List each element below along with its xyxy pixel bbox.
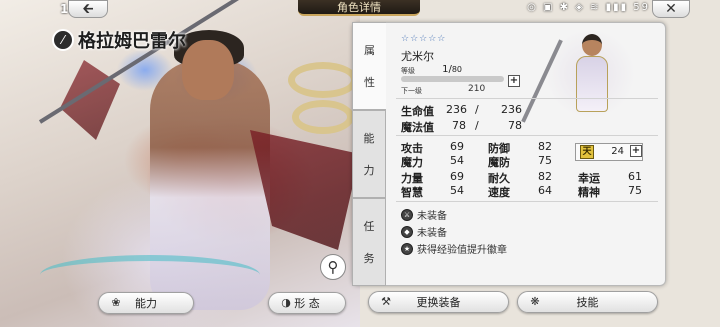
tab-abilities-label: 能	[363, 132, 375, 145]
divider	[396, 135, 658, 136]
stat-def-value: 82	[538, 140, 552, 153]
artwork-wave	[40, 255, 260, 295]
artwork-ring	[288, 62, 358, 98]
divider	[396, 201, 658, 202]
mp-label: 魔法值	[401, 121, 434, 134]
tab-abilities[interactable]: 能 力	[352, 110, 386, 198]
stat-mdef-value: 75	[538, 154, 552, 167]
next-level-label: 下一级	[401, 87, 422, 95]
level-value: 1/80	[412, 64, 462, 75]
hp-max: 236	[501, 103, 522, 116]
stat-mag-label: 魔力	[401, 156, 423, 169]
skills-button[interactable]: ❋ 技能	[517, 291, 658, 313]
back-button[interactable]: 🡰	[68, 0, 108, 18]
sword-icon: ⚒	[381, 295, 391, 308]
magnifier-icon: ⚲	[327, 258, 339, 276]
hp-separator: /	[475, 103, 479, 116]
equip-slot-label: 未装备	[417, 211, 447, 222]
equip-slot-label: 获得经验值提升徽章	[417, 245, 507, 256]
stat-spd-label: 速度	[488, 186, 510, 199]
artwork-ring	[292, 100, 354, 134]
stat-spd-value: 64	[538, 184, 552, 197]
stat-int-value: 54	[450, 184, 464, 197]
stat-int-label: 智慧	[401, 186, 423, 199]
rarity-stars: ☆☆☆☆☆	[401, 34, 447, 44]
spear-emblem-icon: ⁄	[52, 29, 74, 51]
equip-slot[interactable]: ⚔ 未装备	[401, 207, 447, 222]
stat-mag-value: 54	[450, 154, 464, 167]
stat-luck-value: 61	[628, 170, 642, 183]
stat-spirit-label: 精神	[578, 186, 600, 199]
mp-separator: /	[475, 119, 479, 132]
side-tabs: 属 性 能 力 任 务	[352, 22, 386, 286]
weapon-icon: ⚔	[401, 208, 413, 221]
change-equipment-button[interactable]: ⚒ 更换装备	[368, 291, 509, 313]
artwork-head	[182, 40, 234, 100]
character-subname: 尤米尔	[401, 50, 434, 63]
tab-quests-label: 务	[363, 252, 375, 265]
mini-figure	[574, 30, 610, 116]
level-up-button[interactable]: +	[508, 75, 520, 87]
equip-slot[interactable]: ★ 获得经验值提升徽章	[401, 241, 507, 256]
close-x-icon: ✕	[665, 1, 677, 17]
badge-value: 24	[611, 146, 624, 157]
clover-icon: ❀	[111, 296, 121, 309]
tab-abilities-label: 力	[363, 164, 375, 177]
form-icon: ◑	[281, 296, 291, 309]
next-level-value: 210	[468, 84, 486, 94]
tab-attributes[interactable]: 属 性	[352, 22, 386, 110]
tab-quests-label: 任	[363, 220, 375, 233]
skills-button-label: 技能	[576, 296, 599, 309]
hp-label: 生命值	[401, 105, 434, 118]
level-current: 1/	[442, 64, 452, 75]
badge-icon: 天	[580, 145, 594, 159]
stat-mdef-label: 魔防	[488, 156, 510, 169]
character-name: 格拉姆巴雷尔	[78, 31, 186, 52]
zoom-button[interactable]: ⚲	[320, 254, 346, 280]
level-max: 80	[451, 65, 462, 74]
mp-current: 78	[452, 119, 466, 132]
badge-star-icon: ★	[401, 242, 413, 255]
page-title: 角色详情	[298, 0, 420, 16]
tab-quests[interactable]: 任 务	[352, 198, 386, 286]
stat-dur-value: 82	[538, 170, 552, 183]
tab-attributes-label: 性	[364, 76, 375, 89]
stat-str-value: 69	[450, 170, 464, 183]
change-equipment-label: 更换装备	[416, 296, 461, 309]
back-arrow-icon: 🡰	[82, 1, 94, 17]
divider	[396, 98, 658, 99]
status-icons: ◎ ▣ ✱ ◈ ≋ ▮▮▮ 59	[527, 2, 650, 13]
mp-max: 78	[508, 119, 522, 132]
ability-button-label: 能力	[135, 297, 157, 310]
ability-button[interactable]: ❀ 能力	[98, 292, 194, 314]
equip-slot-label: 未装备	[417, 228, 447, 239]
stat-atk-value: 69	[450, 140, 464, 153]
form-button-label: 形 态	[294, 297, 320, 310]
form-button[interactable]: ◑ 形 态	[268, 292, 346, 314]
equip-slot[interactable]: ◆ 未装备	[401, 224, 447, 239]
tab-attributes-label: 属	[364, 44, 375, 57]
character-name-plate: ⁄ 格拉姆巴雷尔	[52, 28, 186, 52]
close-button[interactable]: ✕	[652, 0, 690, 18]
mini-head	[582, 34, 602, 56]
stat-spirit-value: 75	[628, 184, 642, 197]
badge-plus-button[interactable]: +	[630, 145, 642, 157]
armor-icon: ◆	[401, 225, 413, 238]
hp-current: 236	[446, 103, 467, 116]
mini-body	[576, 56, 608, 112]
sparkle-icon: ❋	[530, 295, 540, 308]
level-progress-bar	[401, 76, 504, 82]
